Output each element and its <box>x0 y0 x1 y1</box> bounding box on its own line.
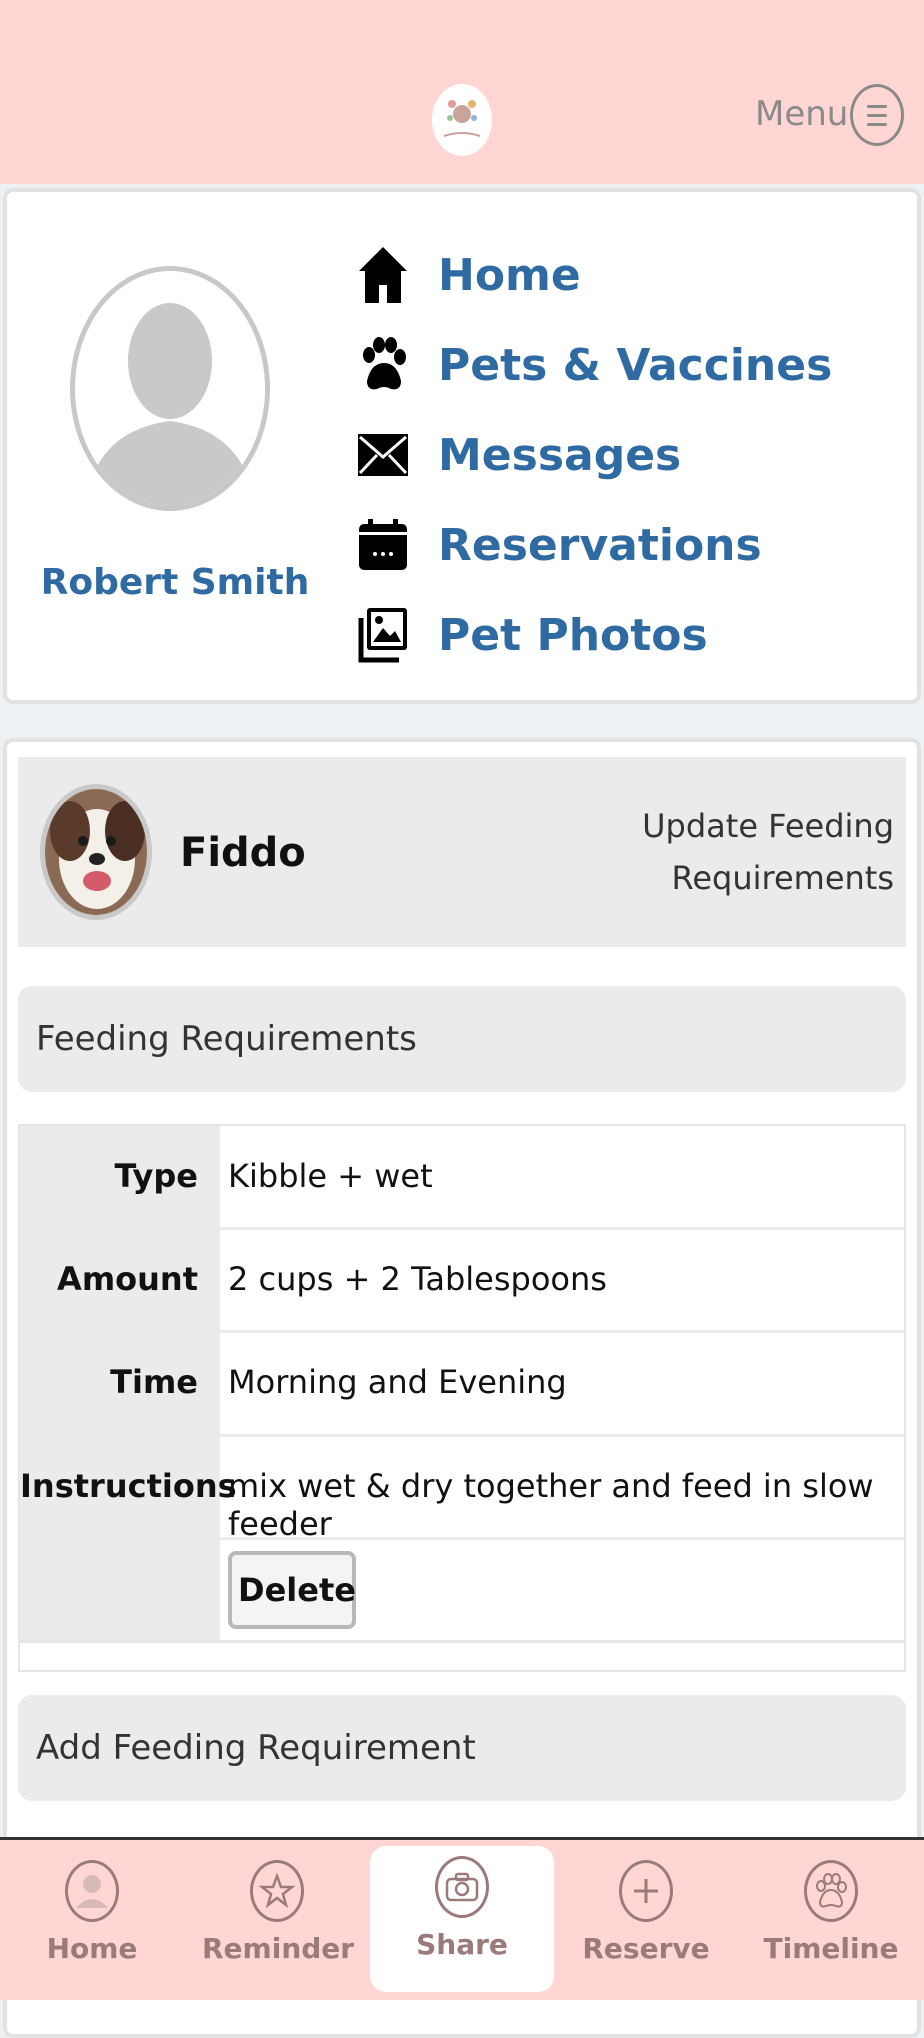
add-feeding-requirement-button[interactable]: Add Feeding Requirement <box>18 1695 906 1801</box>
tab-share[interactable]: Share <box>370 1846 554 1992</box>
camera-icon <box>435 1856 489 1918</box>
feeding-requirements-header: Feeding Requirements <box>18 986 906 1092</box>
paw-icon <box>356 335 410 395</box>
user-name: Robert Smith <box>40 562 310 603</box>
user-icon <box>65 1860 119 1922</box>
tab-label: Home <box>46 1932 138 1965</box>
house-icon <box>356 245 410 305</box>
row-divider <box>220 1434 904 1437</box>
row-value-time: Morning and Evening <box>228 1363 567 1401</box>
tab-reminder[interactable]: Reminder <box>202 1850 355 1990</box>
tab-timeline[interactable]: Timeline <box>756 1850 906 1990</box>
row-label-instructions: Instructions <box>20 1467 237 1505</box>
envelope-icon <box>356 425 410 485</box>
row-value-instructions: mix wet & dry together and feed in slow … <box>228 1467 874 1543</box>
nav-item-label: Pets & Vaccines <box>438 339 833 391</box>
hamburger-menu-icon[interactable] <box>850 84 904 146</box>
nav-item-label: Pet Photos <box>438 609 708 661</box>
nav-item-label: Home <box>438 249 581 301</box>
calendar-icon <box>356 515 410 575</box>
row-divider <box>220 1537 904 1540</box>
nav-item-reservations[interactable]: Reservations <box>356 510 876 580</box>
nav-item-pet-photos[interactable]: Pet Photos <box>356 600 876 670</box>
row-value-type: Kibble + wet <box>228 1157 433 1195</box>
nav-item-messages[interactable]: Messages <box>356 420 876 490</box>
tab-reserve[interactable]: Reserve <box>571 1850 721 1990</box>
update-feeding-link[interactable]: Update Feeding Requirements <box>620 800 894 904</box>
nav-item-label: Messages <box>438 429 682 481</box>
star-icon <box>250 1860 304 1922</box>
row-label-time: Time <box>110 1363 198 1401</box>
tab-home[interactable]: Home <box>17 1850 167 1990</box>
nav-item-pets-vaccines[interactable]: Pets & Vaccines <box>356 330 876 400</box>
tab-label: Timeline <box>763 1932 899 1965</box>
tab-label: Share <box>416 1928 508 1961</box>
tab-label: Reminder <box>202 1932 355 1965</box>
photos-icon <box>356 605 410 665</box>
pet-avatar <box>40 784 152 920</box>
user-avatar <box>70 266 270 511</box>
plus-icon <box>619 1860 673 1922</box>
nav-item-home[interactable]: Home <box>356 240 876 310</box>
delete-button[interactable]: Delete <box>228 1551 356 1629</box>
pet-name: Fiddo <box>180 830 306 876</box>
row-value-amount: 2 cups + 2 Tablespoons <box>228 1260 607 1298</box>
row-divider <box>20 1640 904 1643</box>
menu-label[interactable]: Menu <box>755 94 848 134</box>
app-logo[interactable] <box>432 84 492 156</box>
top-header: Menu <box>0 0 924 184</box>
nav-item-label: Reservations <box>438 519 762 571</box>
row-divider <box>220 1330 904 1333</box>
paw-icon <box>804 1860 858 1922</box>
row-label-amount: Amount <box>57 1260 198 1298</box>
tab-label: Reserve <box>582 1932 710 1965</box>
row-divider <box>220 1227 904 1230</box>
row-label-type: Type <box>114 1157 199 1195</box>
